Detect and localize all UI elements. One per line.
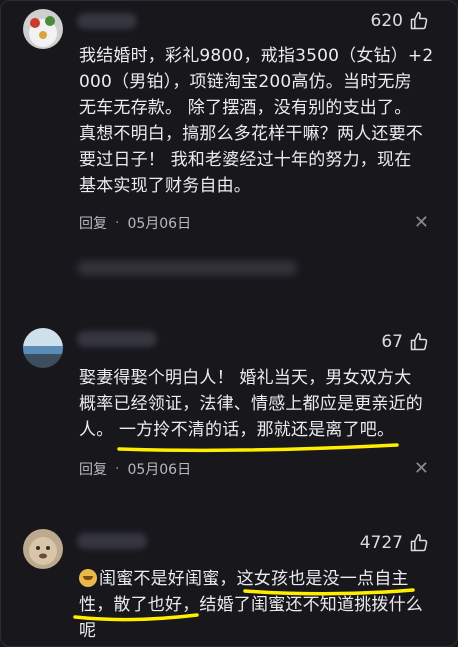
comment-panel: 620 我结婚时，彩礼9800，戒指3500（女钻）+2 000（男铂），项链淘… bbox=[0, 0, 458, 647]
highlight-underline bbox=[73, 588, 415, 622]
